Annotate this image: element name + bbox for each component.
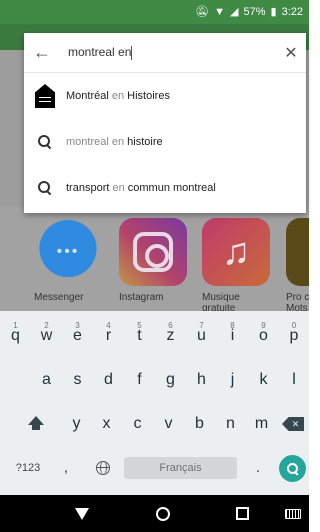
shift-icon — [28, 416, 44, 432]
suggestion-item[interactable]: transport en commun montreal — [24, 165, 306, 211]
key-h[interactable]: h — [186, 365, 217, 395]
key-u[interactable]: 7u — [186, 321, 217, 351]
clock: 3:22 — [281, 6, 303, 18]
arrow-left-icon[interactable]: ← — [24, 42, 60, 63]
language-key[interactable] — [88, 453, 118, 483]
suggestion-text: transport en commun montreal — [66, 182, 216, 194]
app-label: Instagram — [119, 292, 164, 303]
key-f[interactable]: f — [124, 365, 155, 395]
recents-nav-button[interactable] — [222, 495, 262, 532]
period-key[interactable]: . — [246, 453, 270, 483]
battery-percent: 57% — [243, 6, 266, 18]
key-o[interactable]: 9o — [248, 321, 279, 351]
keyboard: 1q 2w 3e 4r 5t 6z 7u 8i 9o 0p a s d f g … — [0, 311, 309, 495]
comma-key[interactable]: , — [56, 453, 76, 483]
game-icon: M — [286, 218, 309, 286]
suggestion-text: Montréal en Histoires — [66, 90, 170, 102]
mute-icon: 🔕︎ — [195, 5, 210, 18]
suggestion-text: montreal en histoire — [66, 136, 163, 148]
key-r[interactable]: 4r — [93, 321, 124, 351]
back-nav-button[interactable] — [62, 495, 102, 532]
key-w[interactable]: 2w — [31, 321, 62, 351]
search-icon — [286, 462, 299, 475]
instagram-icon — [119, 218, 187, 286]
search-input[interactable]: montreal en — [60, 45, 276, 60]
search-suggestions-panel: ← montreal en ✕ Montréal en Histoires mo… — [24, 33, 306, 213]
space-bar[interactable]: Français — [124, 457, 237, 479]
key-t[interactable]: 5t — [124, 321, 155, 351]
app-icon — [35, 84, 55, 108]
key-m[interactable]: m — [246, 409, 277, 439]
backspace-icon: ✕ — [282, 417, 304, 431]
app-tile-messenger[interactable]: ••• Messenger ⋮ — [34, 218, 138, 324]
key-x[interactable]: x — [91, 409, 122, 439]
suggestion-item[interactable]: Montréal en Histoires — [24, 73, 306, 119]
search-icon — [38, 135, 52, 149]
shift-key[interactable] — [18, 409, 54, 439]
home-nav-icon — [156, 506, 170, 521]
key-c[interactable]: c — [122, 409, 153, 439]
search-icon — [38, 181, 52, 195]
recents-nav-icon — [235, 507, 249, 520]
app-tile-pro[interactable]: M Pro c Mots — [286, 218, 309, 314]
wifi-icon: ▼ — [214, 5, 226, 18]
key-n[interactable]: n — [215, 409, 246, 439]
key-d[interactable]: d — [93, 365, 124, 395]
messenger-icon: ••• — [34, 218, 102, 286]
search-bar: ← montreal en ✕ — [24, 33, 306, 73]
key-s[interactable]: s — [62, 365, 93, 395]
app-tile-instagram[interactable]: Instagram ⋮ — [119, 218, 205, 324]
keyboard-switch-button[interactable] — [278, 495, 308, 532]
globe-icon — [96, 461, 110, 475]
signal-icon: ◢ — [230, 5, 239, 18]
search-action-key[interactable] — [279, 455, 306, 482]
app-row: ••• Messenger ⋮ Instagram ⋮ ♫ Musique gr… — [0, 206, 309, 324]
key-v[interactable]: v — [153, 409, 184, 439]
navigation-bar — [0, 495, 309, 532]
key-p[interactable]: 0p — [279, 321, 309, 351]
key-y[interactable]: y — [62, 409, 91, 439]
key-q[interactable]: 1q — [0, 321, 31, 351]
key-b[interactable]: b — [184, 409, 215, 439]
music-note-icon: ♫ — [202, 218, 270, 286]
key-e[interactable]: 3e — [62, 321, 93, 351]
key-i[interactable]: 8i — [217, 321, 248, 351]
symbols-key[interactable]: ?123 — [10, 453, 46, 483]
status-bar: 🔕︎ ▼ ◢ 57% ▮ 3:22 — [0, 0, 309, 24]
close-icon[interactable]: ✕ — [276, 43, 306, 63]
key-l[interactable]: l — [279, 365, 309, 395]
app-tile-music[interactable]: ♫ Musique gratuite ⋮ — [202, 218, 278, 324]
app-label: Messenger — [34, 292, 84, 303]
keyboard-switch-icon — [285, 508, 301, 519]
back-nav-icon — [75, 507, 89, 520]
suggestion-item[interactable]: montreal en histoire — [24, 119, 306, 165]
battery-icon: ▮ — [270, 5, 277, 18]
key-g[interactable]: g — [155, 365, 186, 395]
key-k[interactable]: k — [248, 365, 279, 395]
key-j[interactable]: j — [217, 365, 248, 395]
backspace-key[interactable]: ✕ — [278, 409, 308, 439]
home-nav-button[interactable] — [143, 495, 183, 532]
key-a[interactable]: a — [31, 365, 62, 395]
key-z[interactable]: 6z — [155, 321, 186, 351]
